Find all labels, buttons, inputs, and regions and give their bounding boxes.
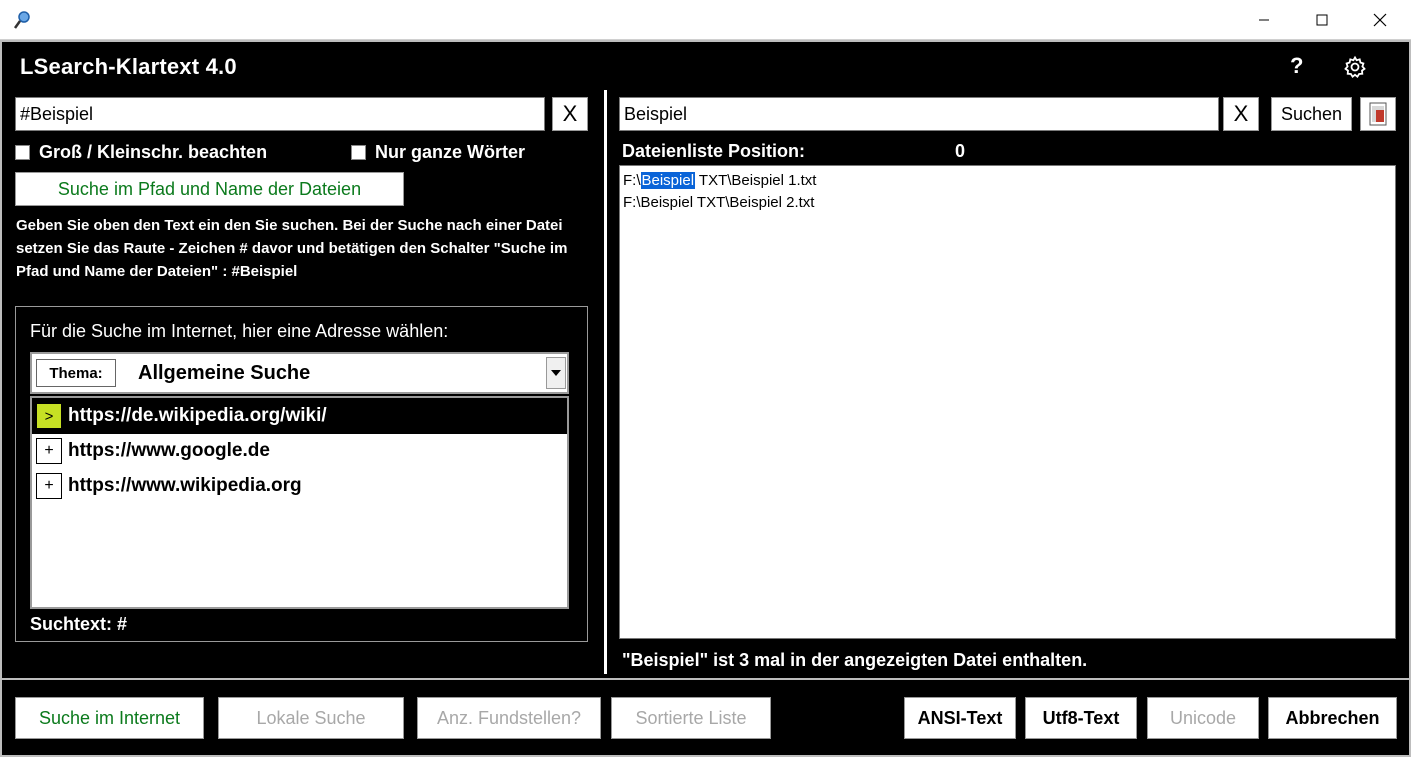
file-list-position-value: 0 [955,141,966,161]
clear-left-search-label: X [562,101,578,126]
unicode-label: Unicode [1169,707,1237,728]
app-title: LSearch-Klartext 4.0 [20,54,237,79]
file-path: F:\Beispiel TXT\Beispiel 2.txt [623,194,815,211]
url-marker-active: > [36,403,62,429]
internet-search-button[interactable]: Suche im Internet [15,697,204,739]
url-list-item[interactable]: + https://www.google.de [32,434,567,469]
url-text: https://www.wikipedia.org [68,475,302,496]
thema-selected-value: Allgemeine Suche [138,362,311,384]
file-search-input-value: #Beispiel [20,103,94,124]
local-search-button[interactable]: Lokale Suche [218,697,404,739]
help-button[interactable]: ? [1290,53,1303,79]
maximize-button[interactable] [1293,0,1351,40]
case-sensitive-checkbox[interactable] [15,145,30,160]
internet-search-label: Suche im Internet [38,707,181,728]
ansi-text-label: ANSI-Text [917,707,1003,728]
cancel-button[interactable]: Abbrechen [1268,697,1397,739]
clear-left-search-button[interactable]: X [552,97,588,131]
sorted-list-button[interactable]: Sortierte Liste [611,697,771,739]
file-list[interactable]: F:\Beispiel TXT\Beispiel 1.txt F:\Beispi… [619,165,1396,639]
path-name-search-button[interactable]: Suche im Pfad und Name der Dateien [15,172,404,206]
sorted-list-label: Sortierte Liste [635,707,747,728]
thema-label: Thema: [49,364,103,382]
document-icon[interactable] [1360,97,1396,131]
content-search-input-value: Beispiel [624,103,688,124]
file-list-item[interactable]: F:\Beispiel TXT\Beispiel 2.txt [623,192,1392,214]
url-list-item[interactable]: + https://www.wikipedia.org [32,469,567,504]
path-name-search-label: Suche im Pfad und Name der Dateien [57,178,362,199]
file-path-prefix: F:\ [623,172,641,189]
utf8-text-label: Utf8-Text [1042,707,1120,728]
panel-divider[interactable] [604,90,607,674]
search-match-highlight: Beispiel [640,172,696,189]
thema-dropdown[interactable]: Thema: Allgemeine Suche [30,352,569,394]
file-list-position-label: Dateienliste Position: [622,141,806,161]
ansi-text-button[interactable]: ANSI-Text [904,697,1016,739]
file-list-item[interactable]: F:\Beispiel TXT\Beispiel 1.txt [623,170,1392,192]
content-search-input[interactable]: Beispiel [619,97,1219,131]
count-matches-button[interactable]: Anz. Fundstellen? [417,697,601,739]
utf8-text-button[interactable]: Utf8-Text [1025,697,1137,739]
settings-gear-icon[interactable] [1343,55,1367,79]
whole-words-label: Nur ganze Wörter [375,142,526,162]
search-button-label: Suchen [1280,103,1343,124]
local-search-label: Lokale Suche [256,707,366,728]
url-text: https://www.google.de [68,440,270,461]
cancel-label: Abbrechen [1285,707,1380,728]
url-text: https://de.wikipedia.org/wiki/ [68,405,327,426]
thema-label-box: Thema: [36,359,116,387]
case-sensitive-label: Groß / Kleinschr. beachten [39,142,268,162]
clear-right-search-label: X [1233,101,1249,126]
search-instructions: Geben Sie oben den Text ein den Sie such… [16,217,568,280]
match-count-status: "Beispiel" ist 3 mal in der angezeigten … [622,650,1088,670]
url-marker: + [36,473,62,499]
search-button[interactable]: Suchen [1271,97,1352,131]
url-list-item-selected[interactable]: > https://de.wikipedia.org/wiki/ [32,398,567,434]
close-window-button[interactable] [1351,0,1409,40]
minimize-button[interactable] [1235,0,1293,40]
file-path-rest: TXT\Beispiel 1.txt [695,172,817,189]
unicode-button[interactable]: Unicode [1147,697,1259,739]
url-list[interactable]: > https://de.wikipedia.org/wiki/ + https… [30,396,569,609]
file-search-input[interactable]: #Beispiel [15,97,545,131]
dropdown-arrow-icon[interactable] [546,357,566,389]
os-title-bar [0,0,1411,40]
url-marker: + [36,438,62,464]
suchtext-label: Suchtext: # [30,614,128,634]
app-icon [12,10,32,30]
count-matches-label: Anz. Fundstellen? [436,707,582,728]
internet-prompt: Für die Suche im Internet, hier eine Adr… [30,321,449,341]
whole-words-checkbox[interactable] [351,145,366,160]
clear-right-search-button[interactable]: X [1223,97,1259,131]
